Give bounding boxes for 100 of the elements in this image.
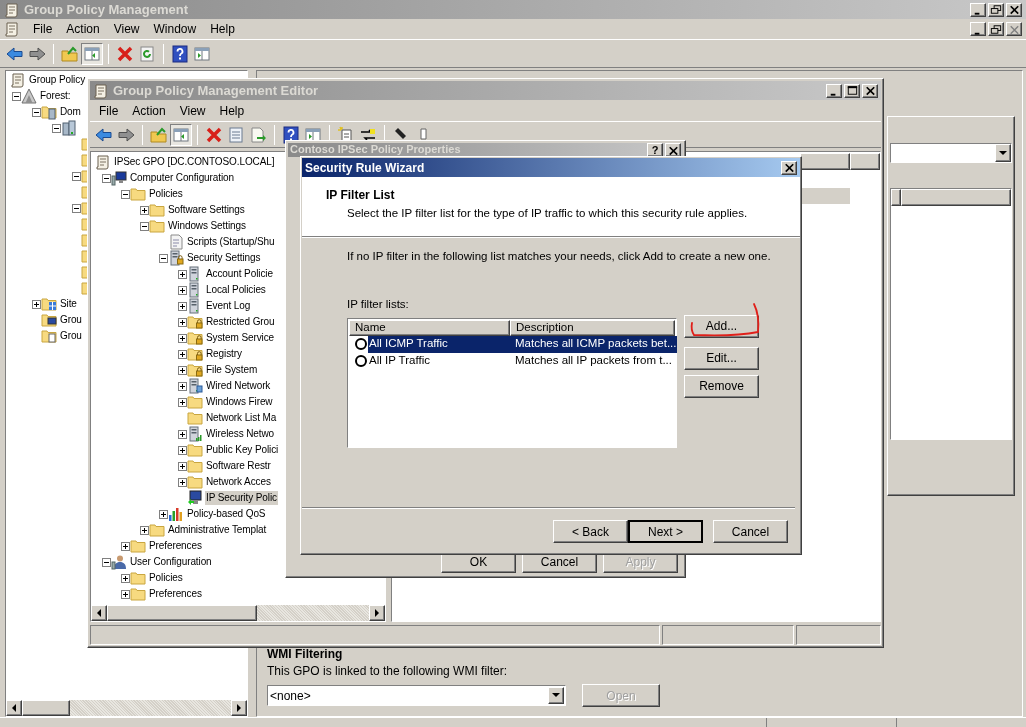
forward-icon[interactable] [117,125,135,144]
collapse-icon[interactable] [102,173,111,183]
expand-icon[interactable] [178,477,187,487]
collapse-icon[interactable] [32,107,41,117]
expand-icon[interactable] [178,381,187,391]
menu-item[interactable]: Help [212,101,252,120]
tree-item[interactable]: Scripts (Startup/Shu [186,235,276,249]
tree-item[interactable]: Local Policies [205,283,267,297]
expand-icon[interactable] [121,589,130,599]
expand-icon[interactable] [121,541,130,551]
column-header[interactable]: Name [349,319,510,336]
minimize-button[interactable] [826,83,842,98]
tree-item[interactable]: Policy-based QoS [186,507,267,521]
menu-item[interactable]: File [26,20,60,38]
right-arrow-icon[interactable] [236,704,242,712]
tree-item[interactable]: File System [205,363,259,377]
close-button[interactable] [1006,22,1022,36]
list-row[interactable] [800,188,850,204]
expand-icon[interactable] [178,349,187,359]
tree-item[interactable]: Policies [148,187,184,201]
scroll-left-button[interactable] [91,605,107,621]
tree-item[interactable]: Forest: [39,89,72,103]
menu-item[interactable]: Window [146,20,204,38]
back-icon[interactable] [6,44,24,63]
help-icon[interactable] [171,44,189,63]
tree-item[interactable]: Preferences [148,539,203,553]
delete-icon[interactable] [205,125,223,144]
radio-icon[interactable] [354,354,368,368]
minimize-button[interactable] [970,22,986,36]
collapse-icon[interactable] [52,123,61,133]
menu-item[interactable]: View [106,20,147,38]
expand-icon[interactable] [178,365,187,375]
remove-button[interactable]: Remove [684,374,759,398]
left-arrow-icon[interactable] [96,609,102,617]
tree-item[interactable]: Wireless Netwo [205,427,276,441]
expand-icon[interactable] [178,317,187,327]
expand-icon[interactable] [178,301,187,311]
expand-icon[interactable] [178,269,187,279]
horizontal-scrollbar[interactable] [91,605,385,621]
expand-icon[interactable] [178,285,187,295]
scroll-right-button[interactable] [231,700,247,716]
tree-item[interactable]: Restricted Grou [205,315,276,329]
tree-item[interactable]: Computer Configuration [129,171,235,185]
menu-item[interactable]: Action [59,20,107,38]
dropdown-arrow-icon[interactable] [552,693,560,698]
minimize-icon[interactable] [974,12,980,15]
close-button[interactable] [781,160,797,175]
column-header[interactable] [850,153,880,170]
tree-item[interactable]: User Configuration [129,555,213,569]
edit-button[interactable]: Edit... [684,346,759,370]
menu-item[interactable]: View [172,101,213,120]
dropdown-arrow-icon[interactable] [999,150,1007,156]
tree-item[interactable]: Policies [148,571,184,585]
restore-button[interactable] [988,22,1004,36]
tree-item[interactable]: Administrative Templat [167,523,268,537]
cancel-button[interactable]: Cancel [713,520,788,543]
expand-icon[interactable] [178,333,187,343]
tree-item[interactable]: Grou [59,313,83,327]
export-icon[interactable] [249,125,267,144]
maximize-button[interactable] [844,83,860,98]
tree-item[interactable]: Dom [59,105,82,119]
tree-item[interactable]: Group Policy [28,73,87,87]
next-button[interactable]: Next > [628,520,703,543]
refresh-icon[interactable] [138,44,156,63]
tree-item[interactable]: System Service [205,331,276,345]
radio-icon[interactable] [354,337,368,351]
collapse-icon[interactable] [102,557,111,567]
dropdown[interactable] [890,143,1012,163]
minimize-icon[interactable] [830,93,836,96]
minimize-button[interactable] [970,2,986,17]
tree-item[interactable]: IPSec GPO [DC.CONTOSO.LOCAL] [113,155,276,169]
scroll-right-button[interactable] [369,605,385,621]
horizontal-scrollbar[interactable] [6,700,247,716]
menu-item[interactable]: File [92,101,126,120]
collapse-icon[interactable] [72,203,81,213]
tree-item[interactable]: Event Log [205,299,252,313]
right-arrow-icon[interactable] [374,609,380,617]
expand-icon[interactable] [178,461,187,471]
tree-item[interactable]: Windows Firew [205,395,274,409]
tree-item[interactable]: Site [59,297,78,311]
tree-item[interactable]: Wired Network [205,379,272,393]
scroll-thumb[interactable] [107,605,257,621]
expand-icon[interactable] [178,397,187,407]
restore-button[interactable] [988,2,1004,17]
tree-item[interactable]: Registry [205,347,243,361]
scroll-left-button[interactable] [6,700,22,716]
tree-item[interactable]: Network Acces [205,475,272,489]
expand-icon[interactable] [178,445,187,455]
collapse-icon[interactable] [121,189,130,199]
menu-item[interactable]: Help [203,20,242,38]
tree-item[interactable]: Account Policie [205,267,274,281]
collapse-icon[interactable] [12,91,21,101]
close-button[interactable] [862,83,878,98]
help-icon[interactable] [282,125,300,144]
tree-item[interactable]: IP Security Polic [205,491,278,505]
expand-icon[interactable] [140,205,149,215]
menu-item[interactable]: Action [125,101,173,120]
wmi-filter-dropdown[interactable]: <none> [267,685,566,706]
tree-item[interactable]: Preferences [148,587,203,601]
close-button[interactable] [1006,2,1022,17]
